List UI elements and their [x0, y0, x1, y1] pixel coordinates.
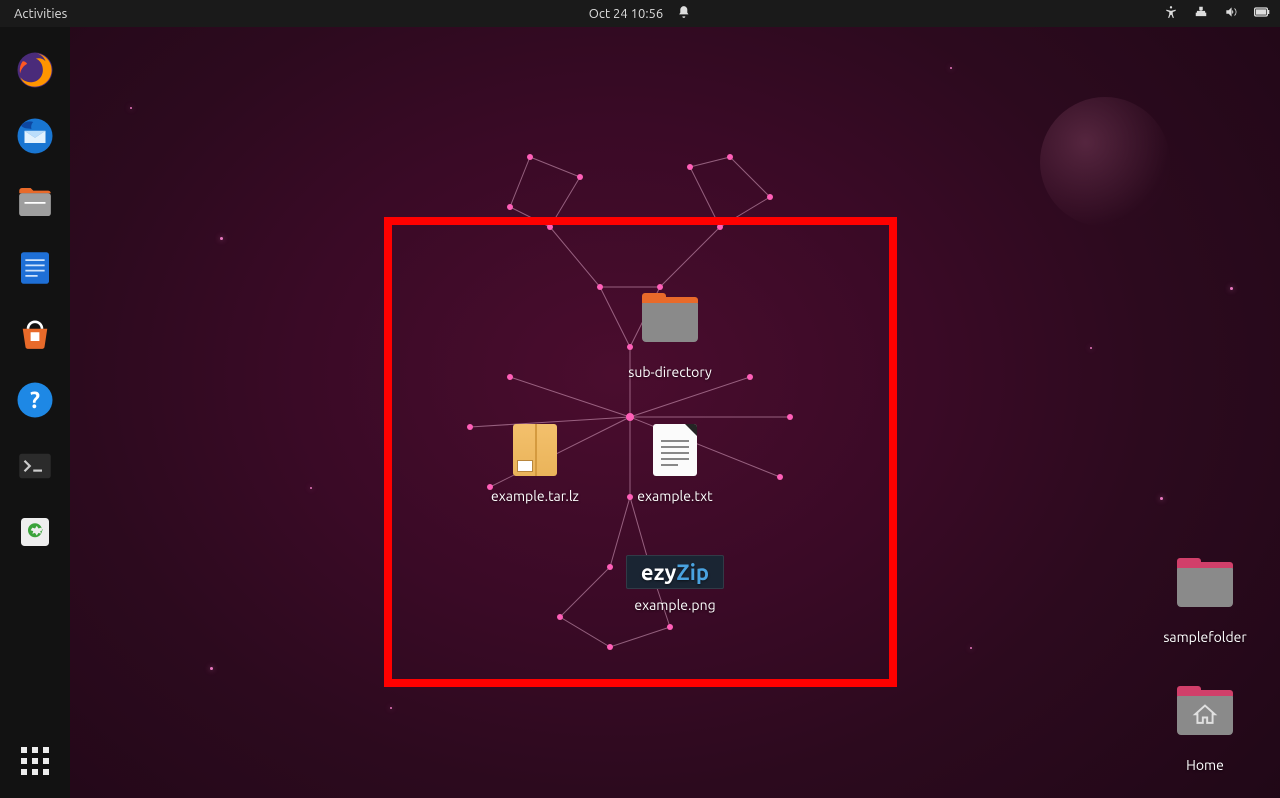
dock-terminal[interactable]	[10, 441, 60, 491]
notification-icon[interactable]	[677, 5, 691, 22]
activities-button[interactable]: Activities	[0, 7, 81, 21]
volume-icon[interactable]	[1224, 5, 1238, 22]
home-folder-icon	[1177, 693, 1233, 735]
dock-thunderbird[interactable]	[10, 111, 60, 161]
dock-trash[interactable]	[10, 507, 60, 557]
icon-label: samplefolder	[1145, 629, 1265, 645]
accessibility-icon[interactable]	[1164, 5, 1178, 22]
dock: ?	[0, 27, 70, 798]
dock-files[interactable]	[10, 177, 60, 227]
desktop-icon-samplefolder[interactable]: samplefolder	[1145, 557, 1265, 645]
annotation-highlight-box	[384, 217, 897, 687]
dock-help[interactable]: ?	[10, 375, 60, 425]
show-applications-button[interactable]	[10, 736, 60, 786]
battery-icon[interactable]	[1254, 5, 1270, 22]
icon-label: Home	[1145, 757, 1265, 773]
clock[interactable]: Oct 24 10:56	[589, 7, 663, 21]
folder-icon	[1177, 565, 1233, 607]
network-icon[interactable]	[1194, 5, 1208, 22]
top-bar: Activities Oct 24 10:56	[0, 0, 1280, 27]
dock-writer[interactable]	[10, 243, 60, 293]
dock-firefox[interactable]	[10, 45, 60, 95]
apps-grid-icon	[21, 747, 49, 775]
svg-text:?: ?	[30, 388, 40, 413]
desktop-icon-home[interactable]: Home	[1145, 685, 1265, 773]
dock-software[interactable]	[10, 309, 60, 359]
wallpaper-planet	[1040, 97, 1170, 227]
